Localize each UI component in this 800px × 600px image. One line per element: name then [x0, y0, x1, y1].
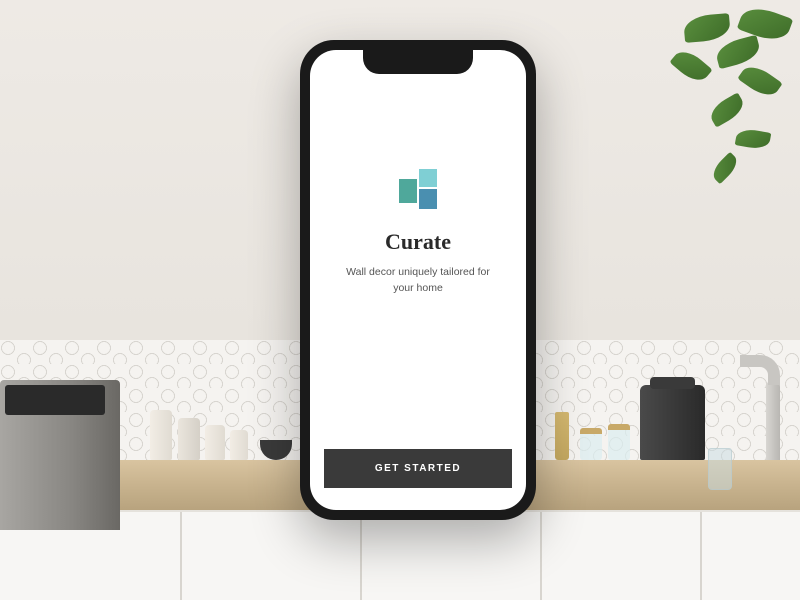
lower-cabinets — [0, 510, 800, 600]
mason-jar — [708, 448, 732, 490]
cabinet-divider — [540, 512, 542, 600]
espresso-tank — [650, 377, 695, 389]
storage-jar — [608, 424, 630, 460]
app-title: Curate — [385, 229, 451, 255]
canister — [150, 410, 172, 460]
logo-block — [399, 179, 417, 203]
app-logo-icon — [393, 165, 443, 215]
faucet-base — [766, 380, 780, 460]
stove — [0, 380, 120, 530]
onboarding-content: Curate Wall decor uniquely tailored for … — [310, 50, 526, 431]
logo-block — [419, 169, 437, 187]
phone-screen: Curate Wall decor uniquely tailored for … — [310, 50, 526, 510]
storage-jar — [580, 428, 602, 460]
get-started-button[interactable]: GET STARTED — [324, 449, 512, 488]
cabinet-divider — [360, 512, 362, 600]
logo-block — [419, 189, 437, 209]
espresso-machine — [640, 385, 705, 460]
canister — [205, 425, 225, 460]
canister — [230, 430, 248, 460]
cta-container: GET STARTED — [310, 431, 526, 510]
phone-notch — [363, 50, 473, 74]
app-tagline: Wall decor uniquely tailored for your ho… — [338, 265, 498, 297]
phone-mockup: Curate Wall decor uniquely tailored for … — [300, 40, 536, 520]
hanging-plant — [620, 0, 800, 220]
cabinet-divider — [700, 512, 702, 600]
stove-control-panel — [5, 385, 105, 415]
canister — [178, 418, 200, 460]
oil-bottle — [555, 412, 569, 460]
cabinet-divider — [180, 512, 182, 600]
